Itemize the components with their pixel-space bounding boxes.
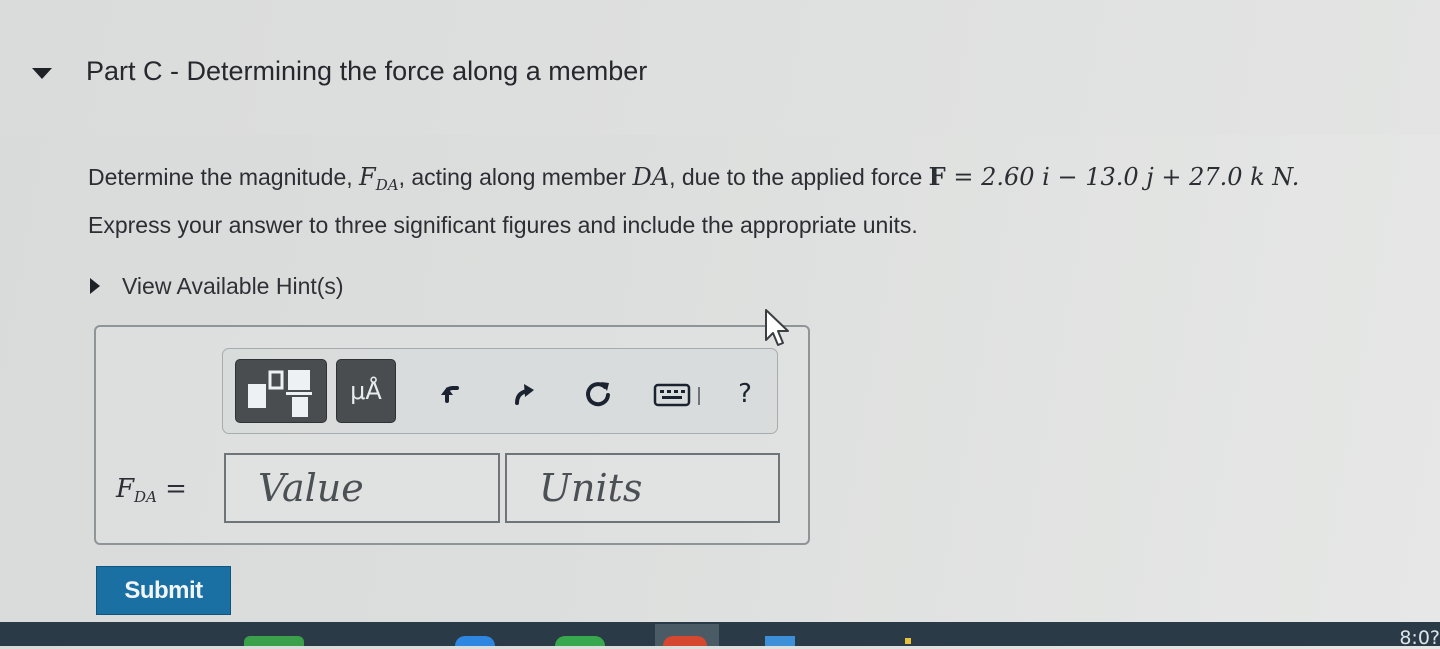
view-hints-label: View Available Hint(s) xyxy=(122,272,344,299)
part-title[interactable]: Part C - Determining the force along a m… xyxy=(86,56,647,87)
taskbar-app-icon[interactable] xyxy=(555,636,605,646)
help-button[interactable]: ? xyxy=(728,377,762,411)
undo-button[interactable] xyxy=(435,377,469,411)
taskbar-app-active[interactable] xyxy=(655,624,719,646)
applied-force-symbol: F xyxy=(928,162,946,191)
math-toolbar: μÅ ? xyxy=(222,348,778,434)
part-header[interactable]: Part C - Determining the force along a m… xyxy=(0,0,1440,135)
undo-icon xyxy=(441,386,459,403)
question-text-middle1: , acting along member xyxy=(398,164,633,190)
value-input[interactable]: Value xyxy=(224,453,500,523)
mouse-pointer-icon xyxy=(765,309,789,346)
redo-button[interactable] xyxy=(507,377,541,411)
taskbar-app-icon[interactable] xyxy=(765,636,795,646)
taskbar: 8:0? xyxy=(0,622,1440,649)
question-text: Determine the magnitude, FDA, acting alo… xyxy=(88,162,1299,194)
taskbar-app-icon[interactable] xyxy=(905,638,911,644)
view-hints-toggle[interactable]: View Available Hint(s) xyxy=(88,271,344,301)
reset-icon xyxy=(586,382,610,407)
question-text-before: Determine the magnitude, xyxy=(88,164,360,190)
member-symbol: DA xyxy=(632,163,670,191)
units-placeholder: Units xyxy=(539,466,643,510)
force-magnitude-symbol: FDA xyxy=(359,163,399,194)
taskbar-app-icon[interactable] xyxy=(455,636,495,646)
help-icon: ? xyxy=(738,379,752,409)
units-button[interactable]: μÅ xyxy=(336,359,396,423)
taskbar-app-icon[interactable] xyxy=(244,636,304,646)
value-placeholder: Value xyxy=(258,466,364,510)
redo-icon xyxy=(515,384,534,405)
templates-button[interactable] xyxy=(235,359,327,423)
keyboard-icon xyxy=(653,383,700,407)
submit-button[interactable]: Submit xyxy=(96,566,231,615)
hint-caret-icon xyxy=(90,278,100,294)
units-icon: μÅ xyxy=(350,377,382,405)
question-text-middle2: , due to the applied force xyxy=(669,164,929,190)
units-input[interactable]: Units xyxy=(505,453,780,523)
reset-button[interactable] xyxy=(581,377,615,411)
answer-label: FDA = xyxy=(116,474,187,506)
collapse-caret-icon[interactable] xyxy=(32,68,52,79)
applied-force-expression: = 2.60 i − 13.0 j + 27.0 k N. xyxy=(945,163,1300,191)
instruction-text: Express your answer to three significant… xyxy=(88,212,918,238)
templates-icon xyxy=(248,370,312,417)
keyboard-button[interactable] xyxy=(653,377,701,411)
